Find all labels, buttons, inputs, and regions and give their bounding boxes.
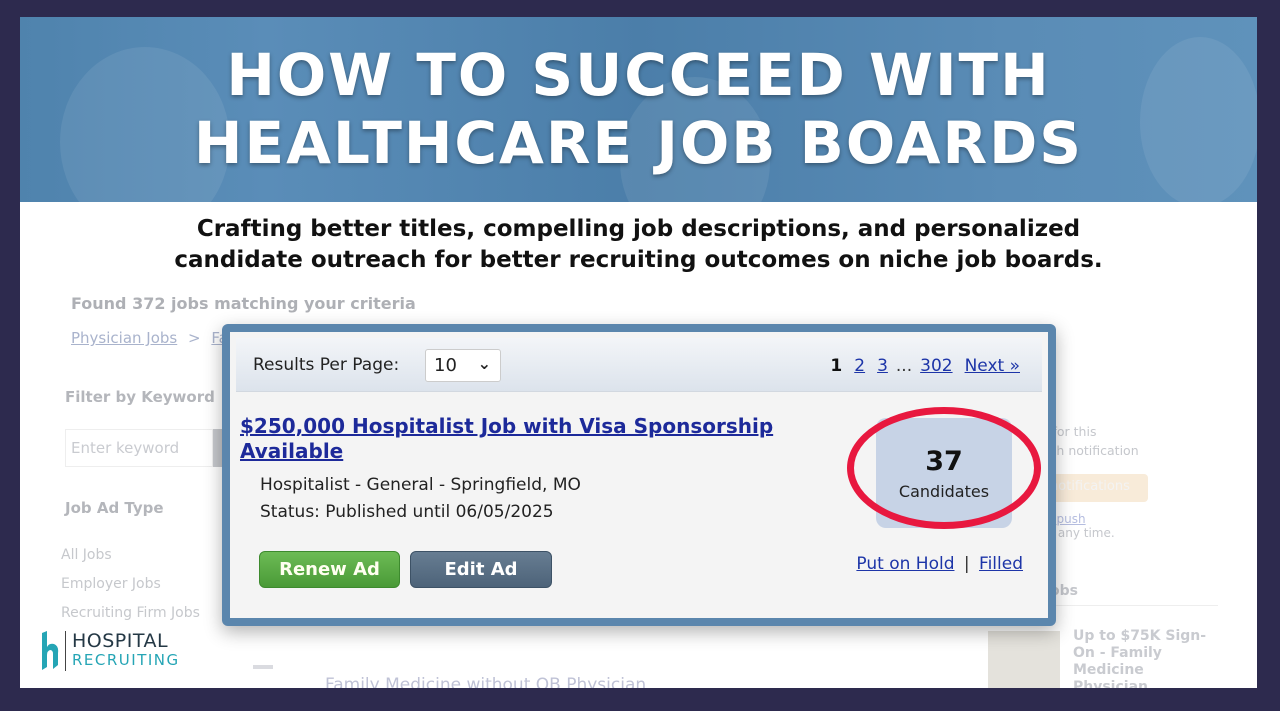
push-notification-text: s for this ush notification bbox=[1042, 422, 1172, 460]
page-ellipsis: ... bbox=[895, 356, 913, 376]
page-2-link[interactable]: 2 bbox=[854, 356, 865, 376]
notif-text-1: s for this bbox=[1042, 424, 1097, 439]
breadcrumb-physician-jobs[interactable]: Physician Jobs bbox=[71, 329, 177, 347]
chevron-down-icon: ⌄ bbox=[477, 354, 491, 373]
filter-keyword-heading: Filter by Keyword bbox=[65, 388, 215, 406]
logo-h-icon bbox=[40, 631, 60, 671]
filled-link[interactable]: Filled bbox=[979, 554, 1023, 574]
job-ad-card: Results Per Page: 10 ⌄ 1 2 3 ... 302 Nex… bbox=[222, 324, 1056, 626]
candidates-count-box[interactable]: 37 Candidates bbox=[876, 418, 1012, 528]
page-current: 1 bbox=[830, 356, 843, 376]
hero-banner: HOW TO SUCCEED WITH HEALTHCARE JOB BOARD… bbox=[20, 17, 1257, 202]
job-ad-type-heading: Job Ad Type bbox=[65, 499, 164, 517]
subtitle-line-1: Crafting better titles, compelling job d… bbox=[196, 216, 1081, 242]
ad-type-all-jobs[interactable]: All Jobs bbox=[61, 541, 200, 570]
banner-subtitle: Crafting better titles, compelling job d… bbox=[20, 214, 1257, 276]
hospital-recruiting-logo: HOSPITAL RECRUITING bbox=[40, 631, 180, 671]
breadcrumb-separator: > bbox=[188, 329, 201, 347]
results-per-page-select[interactable]: 10 ⌄ bbox=[425, 349, 501, 382]
ad-type-recruiting-firm-jobs[interactable]: Recruiting Firm Jobs bbox=[61, 599, 200, 628]
enable-notifications-button[interactable]: notifications bbox=[1042, 474, 1148, 502]
list-marker bbox=[253, 665, 273, 669]
logo-text-recruiting: RECRUITING bbox=[72, 651, 180, 669]
banner-title-line-2: HEALTHCARE JOB BOARDS bbox=[193, 109, 1084, 177]
job-category-location: Hospitalist - General - Springfield, MO bbox=[260, 475, 581, 495]
logo-divider bbox=[65, 631, 66, 671]
notif-text-2: ush notification bbox=[1042, 443, 1139, 458]
page-3-link[interactable]: 3 bbox=[877, 356, 888, 376]
results-toolbar: Results Per Page: 10 ⌄ 1 2 3 ... 302 Nex… bbox=[236, 338, 1042, 392]
banner-title: HOW TO SUCCEED WITH HEALTHCARE JOB BOARD… bbox=[20, 41, 1257, 177]
keyword-input[interactable]: Enter keyword bbox=[65, 429, 213, 467]
results-per-page-label: Results Per Page: bbox=[253, 355, 400, 375]
results-per-page-value: 10 bbox=[434, 355, 457, 376]
next-page-link[interactable]: Next » bbox=[965, 356, 1020, 376]
ad-type-employer-jobs[interactable]: Employer Jobs bbox=[61, 570, 200, 599]
results-count-text: Found 372 jobs matching your criteria bbox=[71, 294, 416, 313]
put-on-hold-link[interactable]: Put on Hold bbox=[856, 554, 954, 574]
promo-job-title[interactable]: Up to $75K Sign-On - Family Medicine Phy… bbox=[1073, 628, 1223, 688]
edit-ad-button[interactable]: Edit Ad bbox=[410, 551, 552, 588]
logo-text-hospital: HOSPITAL bbox=[72, 630, 169, 652]
pagination: 1 2 3 ... 302 Next » bbox=[830, 356, 1020, 376]
candidates-label: Candidates bbox=[898, 482, 990, 501]
page-last-link[interactable]: 302 bbox=[920, 356, 952, 376]
breadcrumb: Physician Jobs > Fa bbox=[71, 329, 228, 347]
job-title-link[interactable]: $250,000 Hospitalist Job with Visa Spons… bbox=[240, 414, 800, 464]
divider bbox=[1050, 605, 1218, 606]
banner-title-line-1: HOW TO SUCCEED WITH bbox=[226, 41, 1051, 109]
renew-ad-button[interactable]: Renew Ad bbox=[259, 551, 400, 588]
subtitle-line-2: candidate outreach for better recruiting… bbox=[174, 247, 1103, 273]
job-status: Status: Published until 06/05/2025 bbox=[260, 502, 554, 522]
job-ad-type-list: All Jobs Employer Jobs Recruiting Firm J… bbox=[61, 541, 200, 628]
promo-job-thumbnail[interactable] bbox=[988, 631, 1060, 688]
job-meta: Hospitalist - General - Springfield, MO … bbox=[260, 472, 581, 526]
next-job-title[interactable]: Family Medicine without OB Physician bbox=[325, 675, 646, 688]
job-actions: Put on Hold | Filled bbox=[856, 554, 1023, 574]
action-separator: | bbox=[963, 554, 970, 574]
candidates-count: 37 bbox=[925, 446, 963, 477]
